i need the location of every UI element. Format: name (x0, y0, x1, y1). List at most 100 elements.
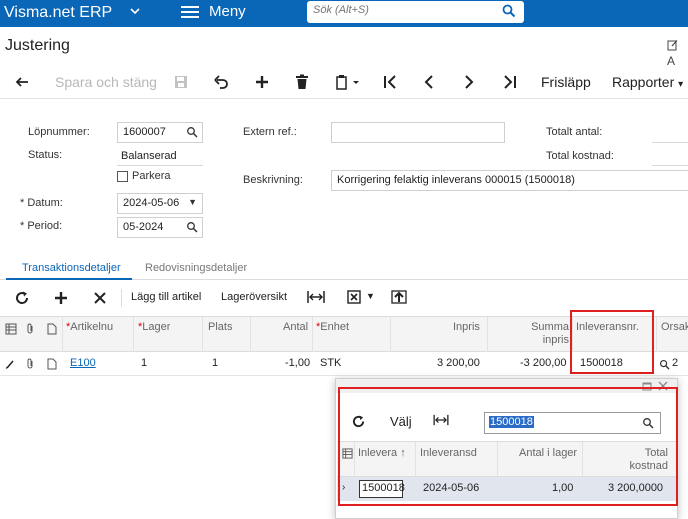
warehouse-cell[interactable]: 1 (141, 357, 147, 369)
inventory-summary-button[interactable]: Lageröversikt (221, 291, 287, 303)
status-value: Balanserad (121, 150, 177, 162)
period-value: 05-2024 (123, 221, 164, 233)
col-divider (250, 317, 251, 353)
hold-label: Parkera (132, 170, 171, 182)
menu-button[interactable]: Meny (181, 3, 271, 23)
description-label: Beskrivning: (243, 174, 303, 186)
lookup-icon[interactable] (186, 126, 198, 138)
ext-cost-cell[interactable]: -3 200,00 (520, 357, 566, 369)
total-qty-underline (652, 142, 688, 143)
col-ext-cost-line1: Summa (531, 321, 569, 333)
status-underline (117, 165, 203, 166)
add-item-button[interactable]: Lägg till artikel (131, 291, 201, 303)
separator (121, 289, 122, 307)
col-divider (390, 317, 391, 353)
fit-columns-icon[interactable] (307, 290, 325, 304)
menu-label: Meny (209, 3, 246, 20)
col-reason[interactable]: Orsak (661, 321, 688, 334)
reports-menu[interactable]: Rapporter ▾ (612, 74, 683, 90)
item-link[interactable]: E100 (70, 357, 96, 369)
page-title: Justering (5, 37, 70, 54)
next-record-icon[interactable] (461, 74, 477, 90)
active-tab-indicator (6, 278, 132, 280)
top-bar: Visma.net ERP Meny (0, 0, 688, 27)
add-row-icon[interactable] (54, 291, 68, 305)
search-input[interactable] (313, 4, 493, 16)
date-field[interactable]: 2024-05-06 ▼ (117, 193, 203, 214)
extref-label: Extern ref.: (243, 126, 297, 138)
caret-down-icon[interactable]: ▼ (366, 291, 375, 301)
receipt-column-highlight (570, 310, 654, 374)
col-item[interactable]: *Artikelnu (66, 321, 128, 334)
last-record-icon[interactable] (502, 74, 518, 90)
note-icon (47, 323, 57, 335)
refnr-value: 1600007 (123, 126, 166, 138)
edit-icon[interactable]: A (667, 39, 688, 68)
period-label: * Period: (20, 220, 62, 232)
qty-cell[interactable]: -1,00 (285, 357, 310, 369)
attachment-icon[interactable] (25, 358, 35, 370)
total-cost-label: Total kostnad: (546, 150, 614, 162)
col-qty[interactable]: Antal (283, 321, 308, 334)
col-unit-cost[interactable]: Inpris (453, 321, 480, 334)
search-icon[interactable] (502, 4, 516, 18)
col-location[interactable]: Plats (208, 321, 232, 334)
add-icon[interactable] (254, 74, 270, 90)
save-icon[interactable] (173, 74, 189, 90)
delete-row-icon[interactable] (93, 291, 107, 305)
refnr-label: Löpnummer: (28, 126, 90, 138)
brand-title[interactable]: Visma.net ERP (4, 4, 112, 22)
lookup-icon[interactable] (659, 359, 670, 370)
back-arrow-icon[interactable] (14, 74, 30, 90)
tab-transaction-details[interactable]: Transaktionsdetaljer (22, 262, 121, 274)
dialog-highlight (338, 387, 678, 506)
tab-accounting-details[interactable]: Redovisningsdetaljer (145, 262, 247, 274)
grid-settings-icon[interactable] (5, 323, 17, 335)
reports-label: Rapporter (612, 74, 675, 90)
location-cell[interactable]: 1 (212, 357, 218, 369)
previous-record-icon[interactable] (421, 74, 437, 90)
col-warehouse[interactable]: *Lager (138, 321, 170, 334)
col-divider (312, 317, 313, 353)
date-label: * Datum: (20, 197, 63, 209)
status-label: Status: (28, 149, 63, 161)
total-cost-underline (652, 165, 688, 166)
col-ext-cost[interactable]: Summa inpris (531, 321, 569, 347)
refresh-icon[interactable] (15, 291, 29, 305)
caret-down-icon[interactable]: ▼ (188, 197, 197, 207)
note-icon[interactable] (47, 358, 57, 370)
col-uom[interactable]: *Enhet (316, 321, 349, 334)
refnr-field[interactable]: 1600007 (117, 122, 203, 143)
reason-cell[interactable]: 2 (672, 357, 678, 369)
unit-cost-cell[interactable]: 3 200,00 (437, 357, 480, 369)
tab-bar: Transaktionsdetaljer Redovisningsdetalje… (0, 258, 688, 280)
uom-cell[interactable]: STK (320, 357, 341, 369)
save-close-button[interactable]: Spara och stäng (55, 74, 157, 90)
main-toolbar: Spara och stäng Frisläpp Rapporter ▾ (0, 67, 688, 99)
description-input[interactable]: Korrigering felaktig inleverans 000015 (… (331, 170, 688, 191)
col-ext-cost-line2: inpris (542, 334, 569, 346)
undo-icon[interactable] (213, 74, 229, 90)
col-warehouse-label: Lager (142, 321, 171, 333)
chevron-down-icon[interactable] (351, 74, 361, 90)
period-field[interactable]: 05-2024 (117, 217, 203, 238)
col-divider (202, 317, 203, 353)
hamburger-icon (181, 6, 199, 20)
first-record-icon[interactable] (382, 74, 398, 90)
lookup-icon[interactable] (186, 221, 198, 233)
release-button[interactable]: Frisläpp (541, 74, 591, 90)
col-divider (656, 317, 657, 353)
export-excel-icon[interactable] (347, 290, 361, 304)
date-label-text: Datum: (27, 197, 63, 209)
upload-icon[interactable] (391, 289, 407, 305)
extref-input[interactable] (331, 122, 505, 143)
caret-down-icon: ▾ (678, 79, 684, 90)
global-search[interactable] (307, 1, 524, 23)
clipboard-icon[interactable] (335, 74, 351, 90)
hold-checkbox[interactable] (117, 171, 128, 182)
chevron-down-icon[interactable] (130, 5, 140, 19)
total-qty-label: Totalt antal: (546, 126, 603, 138)
edit-row-icon[interactable] (5, 359, 15, 369)
col-item-label: Artikelnu (70, 321, 114, 333)
delete-icon[interactable] (294, 74, 310, 90)
